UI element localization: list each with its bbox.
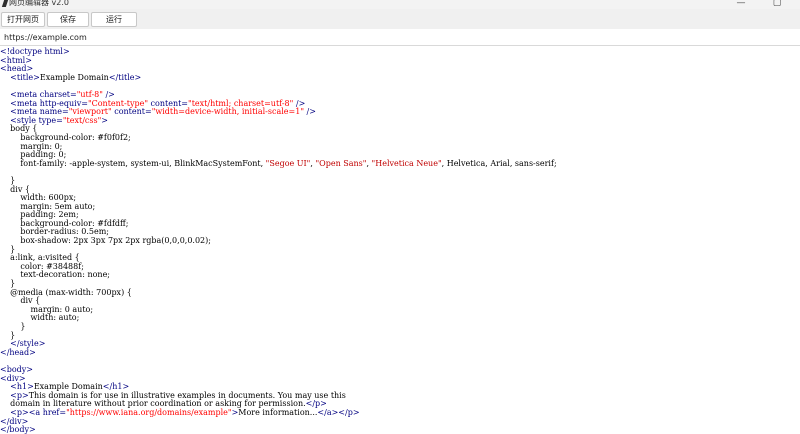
title-bar: 网页编辑器 v2.0 — ▢: [0, 0, 800, 9]
code-line[interactable]: }: [0, 176, 557, 186]
code-line[interactable]: </div>: [0, 417, 557, 427]
window-title: 网页编辑器 v2.0: [9, 0, 69, 7]
code-token: type=: [38, 115, 63, 125]
code-line[interactable]: </head>: [0, 347, 557, 358]
code-line[interactable]: <body>: [0, 365, 557, 375]
code-token: />: [304, 107, 316, 117]
code-token: font-family: -apple-system, system-ui, B…: [0, 158, 266, 168]
code-token: , Helvetica, Arial, sans-serif;: [441, 158, 557, 168]
toolbar: 打开网页 保存 运行: [0, 9, 800, 29]
code-token: </a></p>: [317, 407, 360, 417]
code-line[interactable]: margin: 0;: [0, 142, 557, 152]
code-token: <title>: [10, 72, 40, 82]
editor-window: 网页编辑器 v2.0 — ▢ 打开网页 保存 运行 https://exampl…: [0, 0, 800, 434]
code-line[interactable]: }: [0, 245, 557, 255]
code-token: "Open Sans": [315, 158, 367, 168]
code-text[interactable]: <!doctype html> <html> <head> <title>Examp…: [0, 47, 557, 434]
code-token: "Segoe UI": [265, 158, 311, 168]
code-line[interactable]: <p><a href="https://www.iana.org/domains…: [0, 407, 557, 418]
code-line[interactable]: <html>: [0, 56, 557, 66]
code-line[interactable]: <title>Example Domain</title>: [0, 72, 557, 83]
code-editor[interactable]: <!doctype html> <html> <head> <title>Examp…: [0, 46, 800, 434]
code-line[interactable]: [0, 357, 557, 366]
code-line[interactable]: <!doctype html>: [0, 47, 557, 57]
run-button[interactable]: 运行: [91, 12, 137, 27]
code-line[interactable]: </body>: [0, 425, 557, 434]
code-token: </title>: [108, 72, 142, 82]
code-token: </head>: [0, 347, 36, 357]
code-token: href=: [42, 407, 67, 417]
url-input[interactable]: https://example.com: [4, 32, 87, 43]
code-token: text-decoration: none;: [0, 270, 110, 280]
code-line[interactable]: font-family: -apple-system, system-ui, B…: [0, 158, 557, 169]
save-button[interactable]: 保存: [47, 12, 89, 27]
code-line[interactable]: }: [0, 331, 557, 341]
maximize-button[interactable]: ▢: [770, 0, 784, 9]
url-bar[interactable]: https://example.com: [0, 30, 800, 45]
code-token: "https://www.iana.org/domains/example": [66, 407, 232, 417]
code-line[interactable]: [0, 168, 557, 177]
code-line[interactable]: div {: [0, 185, 557, 195]
code-line[interactable]: background-color: #f0f0f2;: [0, 133, 557, 143]
code-line[interactable]: width: auto;: [0, 314, 557, 323]
code-line[interactable]: margin: 5em auto;: [0, 202, 557, 212]
code-line[interactable]: text-decoration: none;: [0, 271, 557, 280]
code-line[interactable]: margin: 0 auto;: [0, 305, 557, 315]
app-icon: [1, 0, 9, 7]
code-token: "width=device-width, initial-scale=1": [151, 107, 305, 117]
code-token: More information...: [238, 407, 318, 417]
code-token: "Helvetica Neue": [371, 158, 442, 168]
code-line[interactable]: <style type="text/css">: [0, 115, 557, 126]
code-line[interactable]: @media (max-width: 700px) {: [0, 288, 557, 298]
code-line[interactable]: }: [0, 322, 557, 332]
minimize-button[interactable]: —: [734, 0, 748, 9]
code-token: content=: [111, 107, 152, 117]
code-token: box-shadow: 2px 3px 7px 2px rgba(0,0,0,0…: [0, 236, 211, 246]
open-page-button[interactable]: 打开网页: [1, 12, 45, 27]
code-token: >: [101, 115, 108, 125]
code-token: Example Domain: [39, 72, 109, 82]
code-line[interactable]: </style>: [0, 339, 557, 349]
code-token: "text/css": [62, 115, 102, 125]
code-token: </body>: [0, 425, 36, 434]
code-line[interactable]: box-shadow: 2px 3px 7px 2px rgba(0,0,0,0…: [0, 236, 557, 246]
